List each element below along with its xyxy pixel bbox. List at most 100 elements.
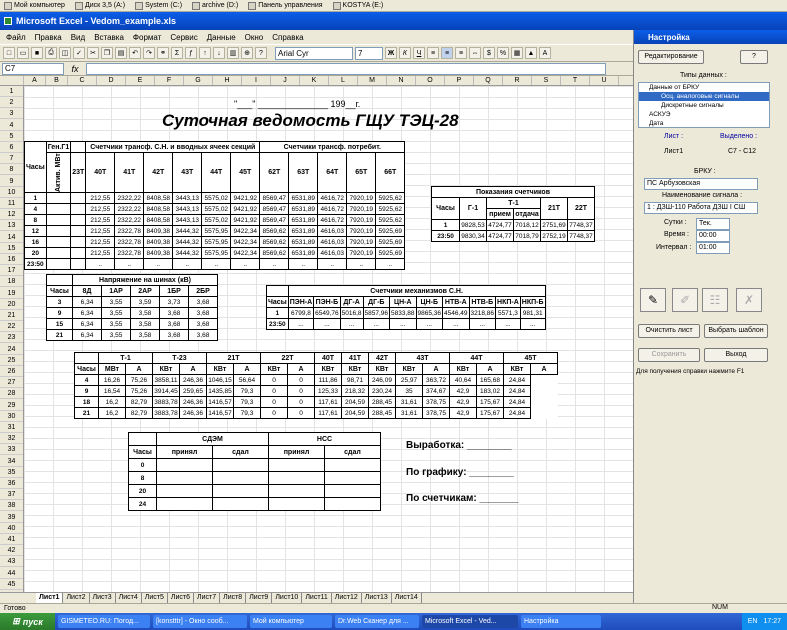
sheet-tab[interactable]: Лист7: [194, 593, 221, 603]
copy-icon[interactable]: ❐: [101, 47, 113, 59]
data-types-tree[interactable]: Данные от БРКУ Осц. аналоговые сигналы Дис…: [638, 82, 770, 128]
row-header[interactable]: 29: [0, 400, 23, 411]
row-header[interactable]: 25: [0, 355, 23, 366]
align-left-icon[interactable]: ≡: [427, 47, 439, 59]
column-header[interactable]: Q: [474, 76, 503, 85]
row-header[interactable]: 43: [0, 556, 23, 568]
row-header[interactable]: 41: [0, 534, 23, 545]
brku-select[interactable]: ПС Арбузовская: [644, 178, 758, 190]
underline-button[interactable]: Ч: [413, 47, 425, 59]
percent-icon[interactable]: %: [497, 47, 509, 59]
menu-item[interactable]: Справка: [272, 33, 303, 42]
row-header[interactable]: 16: [0, 254, 23, 265]
column-header[interactable]: D: [97, 76, 126, 85]
sheet-tab[interactable]: Лист4: [116, 593, 142, 603]
column-header[interactable]: R: [503, 76, 532, 85]
menu-item[interactable]: Вид: [71, 33, 85, 42]
italic-button[interactable]: К: [399, 47, 411, 59]
row-header[interactable]: 35: [0, 467, 23, 478]
font-size-select[interactable]: 7: [355, 46, 383, 60]
menu-item[interactable]: Правка: [35, 33, 62, 42]
signal-select[interactable]: 1 : ДЗШ-110 Работа ДЗШ I СШ: [644, 202, 758, 214]
tree-item[interactable]: Дата: [639, 119, 769, 127]
sheet-tab[interactable]: Лист6: [168, 593, 194, 603]
fill-color-icon[interactable]: ▲: [525, 47, 537, 59]
help-icon[interactable]: ?: [255, 47, 267, 59]
autosum-icon[interactable]: Σ: [171, 47, 183, 59]
column-header[interactable]: B: [46, 76, 68, 85]
font-name-select[interactable]: Arial Cyr: [275, 46, 353, 60]
exit-button[interactable]: Выход: [704, 348, 768, 362]
desktop-item[interactable]: Диск 3,5 (A:): [74, 1, 125, 10]
row-header[interactable]: 11: [0, 198, 23, 209]
column-header[interactable]: K: [300, 76, 329, 85]
desktop-item[interactable]: archive (D:): [192, 1, 238, 10]
currency-icon[interactable]: $: [483, 47, 495, 59]
spell-icon[interactable]: ✓: [73, 47, 85, 59]
column-header[interactable]: A: [24, 76, 46, 85]
column-header[interactable]: E: [126, 76, 155, 85]
row-header[interactable]: 38: [0, 500, 23, 512]
help-button[interactable]: ?: [740, 50, 768, 64]
row-header[interactable]: 5: [0, 131, 23, 142]
menu-item[interactable]: Данные: [207, 33, 236, 42]
taskbar-item[interactable]: Microsoft Excel - Ved...: [422, 615, 518, 628]
row-header[interactable]: 13: [0, 220, 23, 232]
row-header[interactable]: 1: [0, 86, 23, 97]
row-header[interactable]: 4: [0, 120, 23, 131]
row-header[interactable]: 18: [0, 276, 23, 288]
pen-tool-icon[interactable]: ✐: [672, 288, 698, 312]
sheet-tab[interactable]: Лист2: [63, 593, 90, 603]
row-header[interactable]: 9: [0, 176, 23, 187]
fx-icon[interactable]: fx: [68, 64, 82, 74]
clear-sheet-button[interactable]: Очистить лист: [638, 324, 700, 338]
taskbar-item[interactable]: [konstttr] - Окно сооб...: [153, 615, 247, 628]
merge-icon[interactable]: ⇔: [469, 47, 481, 59]
sheet-tab[interactable]: Лист14: [392, 593, 422, 603]
sort-desc-icon[interactable]: ↓: [213, 47, 225, 59]
column-header[interactable]: N: [387, 76, 416, 85]
link-icon[interactable]: ⚭: [157, 47, 169, 59]
sheet-tab[interactable]: Лист1: [36, 593, 64, 603]
print-icon[interactable]: ⎙: [45, 47, 57, 59]
interval-input[interactable]: 01:00: [696, 242, 730, 254]
sheet-tab[interactable]: Лист8: [220, 593, 247, 603]
redo-icon[interactable]: ↷: [143, 47, 155, 59]
row-header[interactable]: 17: [0, 265, 23, 277]
row-header[interactable]: 14: [0, 232, 23, 243]
row-header[interactable]: 7: [0, 153, 23, 165]
row-header[interactable]: 23: [0, 332, 23, 344]
align-center-icon[interactable]: ≡: [441, 47, 453, 59]
row-header[interactable]: 19: [0, 288, 23, 299]
save-icon[interactable]: ■: [31, 47, 43, 59]
menu-item[interactable]: Окно: [245, 33, 264, 42]
row-header[interactable]: 3: [0, 108, 23, 120]
row-header[interactable]: 31: [0, 422, 23, 433]
column-header[interactable]: P: [445, 76, 474, 85]
row-header[interactable]: 39: [0, 512, 23, 523]
open-icon[interactable]: ▭: [17, 47, 29, 59]
row-header[interactable]: 22: [0, 321, 23, 333]
sheet-tab[interactable]: Лист5: [142, 593, 168, 603]
choose-template-button[interactable]: Выбрать шаблон: [704, 324, 768, 338]
zoom-icon[interactable]: ⊕: [241, 47, 253, 59]
row-header[interactable]: 12: [0, 209, 23, 221]
edit-button[interactable]: Редактирование: [638, 50, 704, 64]
row-header[interactable]: 44: [0, 568, 23, 579]
lang-indicator[interactable]: EN: [748, 618, 758, 625]
desktop-item[interactable]: System (C:): [135, 1, 182, 10]
menu-item[interactable]: Файл: [6, 33, 26, 42]
worksheet-grid[interactable]: "___" ______________ 199__г. Суточная ве…: [24, 86, 633, 592]
tree-item[interactable]: АСКУЭ: [639, 110, 769, 119]
column-header[interactable]: C: [68, 76, 97, 85]
name-box[interactable]: C7: [2, 62, 64, 75]
sheet-tab[interactable]: Лист9: [246, 593, 273, 603]
row-header[interactable]: 6: [0, 142, 23, 153]
row-header[interactable]: 42: [0, 545, 23, 557]
bold-button[interactable]: Ж: [385, 47, 397, 59]
tree-item[interactable]: Осц. аналоговые сигналы: [639, 92, 769, 101]
column-header[interactable]: J: [271, 76, 300, 85]
row-header[interactable]: 36: [0, 478, 23, 489]
taskbar-item[interactable]: Мой компьютер: [250, 615, 332, 628]
row-header[interactable]: 2: [0, 97, 23, 109]
